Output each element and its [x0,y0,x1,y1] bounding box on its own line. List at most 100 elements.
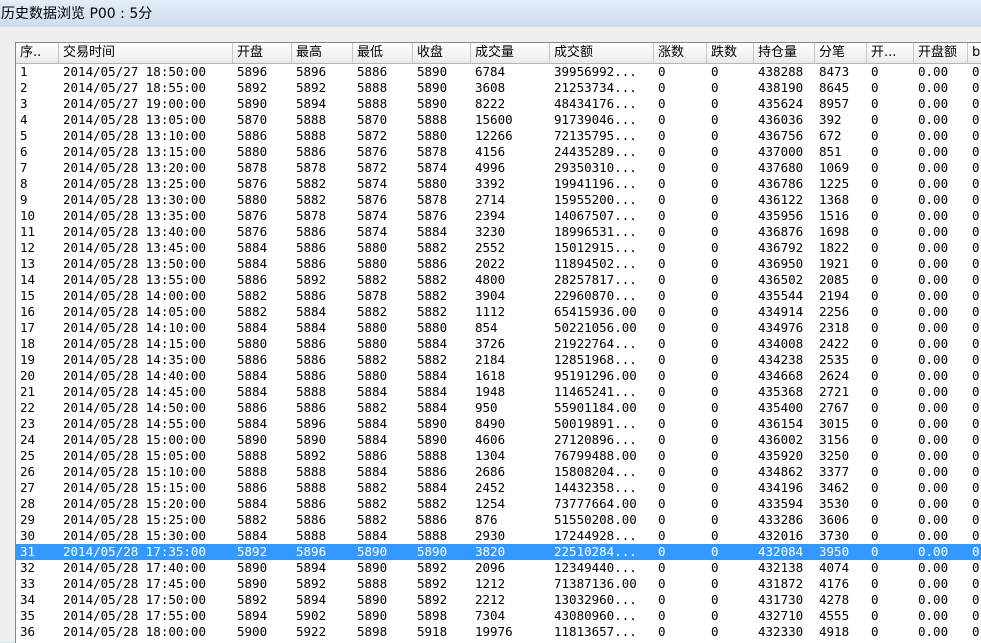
table-cell: 1516 [819,208,850,223]
table-row[interactable]: 5 2014/05/28 13:10:00 5886 5888 5872 5880 1226… [16,128,981,144]
table-cell: 0.00 [918,80,949,95]
column-header-14[interactable]: b [968,43,981,63]
table-row[interactable]: 18 2014/05/28 14:15:00 5880 5886 5880 5884 372… [16,336,981,352]
table-row[interactable]: 32 2014/05/28 17:40:00 5890 5894 5890 5892 209… [16,560,981,576]
table-row[interactable]: 35 2014/05/28 17:55:00 5894 5902 5890 5898 730… [16,608,981,624]
column-header-13[interactable]: 开盘额 [914,43,968,63]
table-cell: 0 [972,576,980,591]
table-cell: 2014/05/28 13:10:00 [63,128,206,143]
table-cell: 5876 [237,176,268,191]
history-data-table[interactable]: 序.. 交易时间 开盘 最高 最低 收盘 成交量 成交额 涨数 跌数 持仓量 分笔 开... 开盘额 b 1… [15,42,981,643]
table-cell: 8957 [819,96,850,111]
table-cell: 72135795... [554,128,637,143]
table-cell: 433286 [758,512,804,527]
table-cell: 5892 [417,576,448,591]
table-row[interactable]: 8 2014/05/28 13:25:00 5876 5882 5874 5880 3392… [16,176,981,192]
table-row[interactable]: 23 2014/05/28 14:55:00 5884 5896 5884 5890 849… [16,416,981,432]
table-cell: 23 [20,416,36,431]
table-row[interactable]: 36 2014/05/28 18:00:00 5900 5922 5898 5918 199… [16,624,981,640]
table-row[interactable]: 11 2014/05/28 13:40:00 5876 5886 5874 5884 323… [16,224,981,240]
table-row[interactable]: 27 2014/05/28 15:15:00 5886 5888 5882 5884 245… [16,480,981,496]
table-cell: 0 [972,112,980,127]
column-header-11[interactable]: 分笔 [815,43,867,63]
column-header-1[interactable]: 交易时间 [59,43,233,63]
table-row[interactable]: 29 2014/05/28 15:25:00 5882 5886 5882 5886 876… [16,512,981,528]
table-row[interactable]: 31 2014/05/28 17:35:00 5892 5896 5890 5890 382… [16,544,981,560]
table-cell: 5882 [357,480,388,495]
table-cell: 0 [871,192,879,207]
column-header-10[interactable]: 持仓量 [754,43,815,63]
table-row[interactable]: 19 2014/05/28 14:35:00 5886 5886 5882 5882 218… [16,352,981,368]
table-cell: 436756 [758,128,804,143]
table-row[interactable]: 20 2014/05/28 14:40:00 5884 5886 5880 5884 161… [16,368,981,384]
table-cell: 5882 [417,496,448,511]
table-row[interactable]: 25 2014/05/28 15:05:00 5888 5892 5886 5888 130… [16,448,981,464]
table-cell: 5884 [237,528,268,543]
column-header-3[interactable]: 最高 [292,43,353,63]
table-cell: 0.00 [918,208,949,223]
table-cell: 434914 [758,304,804,319]
table-row[interactable]: 21 2014/05/28 14:45:00 5884 5888 5884 5884 194… [16,384,981,400]
table-cell: 5888 [296,528,327,543]
table-cell: 0 [658,320,666,335]
table-row[interactable]: 30 2014/05/28 15:30:00 5884 5888 5884 5888 293… [16,528,981,544]
table-row[interactable]: 3 2014/05/27 19:00:00 5890 5894 5888 5890 8222… [16,96,981,112]
table-cell: 5884 [237,240,268,255]
table-cell: 0.00 [918,576,949,591]
table-cell: 5880 [357,320,388,335]
table-cell: 0 [711,624,719,639]
table-cell: 14067507... [554,208,637,223]
column-header-9[interactable]: 跌数 [707,43,754,63]
column-header-4[interactable]: 最低 [353,43,413,63]
table-row[interactable]: 1 2014/05/27 18:50:00 5896 5896 5886 5890 6784… [16,64,981,80]
table-row[interactable]: 9 2014/05/28 13:30:00 5880 5882 5876 5878 2714… [16,192,981,208]
table-cell: 22510284... [554,544,637,559]
table-cell: 2014/05/28 14:15:00 [63,336,206,351]
column-header-6[interactable]: 成交量 [471,43,550,63]
table-row[interactable]: 33 2014/05/28 17:45:00 5890 5892 5888 5892 121… [16,576,981,592]
column-header-8[interactable]: 涨数 [654,43,707,63]
table-row[interactable]: 6 2014/05/28 13:15:00 5880 5886 5876 5878 4156… [16,144,981,160]
table-row[interactable]: 10 2014/05/28 13:35:00 5876 5878 5874 5876 239… [16,208,981,224]
table-row[interactable]: 28 2014/05/28 15:20:00 5884 5886 5882 5882 125… [16,496,981,512]
column-header-12[interactable]: 开... [867,43,914,63]
table-row[interactable]: 15 2014/05/28 14:00:00 5882 5886 5878 5882 390… [16,288,981,304]
table-cell: 0 [871,224,879,239]
table-cell: 4918 [819,624,850,639]
table-cell: 5876 [357,144,388,159]
table-row[interactable]: 14 2014/05/28 13:55:00 5886 5892 5882 5882 480… [16,272,981,288]
table-row[interactable]: 24 2014/05/28 15:00:00 5890 5890 5884 5890 460… [16,432,981,448]
table-header: 序.. 交易时间 开盘 最高 最低 收盘 成交量 成交额 涨数 跌数 持仓量 分笔 开... 开盘额 b [16,43,981,64]
table-cell: 2014/05/27 19:00:00 [63,96,206,111]
table-cell: 0 [871,176,879,191]
table-row[interactable]: 12 2014/05/28 13:45:00 5884 5886 5880 5882 255… [16,240,981,256]
table-cell: 0.00 [918,288,949,303]
column-header-5[interactable]: 收盘 [413,43,471,63]
table-cell: 5884 [357,464,388,479]
table-row[interactable]: 26 2014/05/28 15:10:00 5888 5888 5884 5886 268… [16,464,981,480]
table-cell: 1822 [819,240,850,255]
table-row[interactable]: 34 2014/05/28 17:50:00 5892 5894 5890 5892 221… [16,592,981,608]
table-cell: 11 [20,224,36,239]
table-row[interactable]: 22 2014/05/28 14:50:00 5886 5886 5882 5884 950… [16,400,981,416]
column-header-7[interactable]: 成交额 [550,43,654,63]
column-header-2[interactable]: 开盘 [233,43,292,63]
table-row[interactable]: 7 2014/05/28 13:20:00 5878 5878 5872 5874 4996… [16,160,981,176]
table-row[interactable]: 17 2014/05/28 14:10:00 5884 5884 5880 5880 854… [16,320,981,336]
table-row[interactable]: 2 2014/05/27 18:55:00 5892 5892 5888 5890 3608… [16,80,981,96]
table-cell: 0 [658,544,666,559]
table-cell: 0 [711,400,719,415]
table-cell: 0 [711,112,719,127]
table-cell: 2256 [819,304,850,319]
table-cell: 2014/05/28 15:20:00 [63,496,206,511]
table-cell: 0 [711,464,719,479]
column-header-0[interactable]: 序.. [16,43,59,63]
table-cell: 5890 [417,64,448,79]
table-cell: 2014/05/28 14:05:00 [63,304,206,319]
table-cell: 5888 [357,576,388,591]
table-cell: 5876 [417,208,448,223]
table-cell: 5878 [357,288,388,303]
table-row[interactable]: 4 2014/05/28 13:05:00 5870 5888 5870 5888 1560… [16,112,981,128]
table-row[interactable]: 13 2014/05/28 13:50:00 5884 5886 5880 5886 202… [16,256,981,272]
table-row[interactable]: 16 2014/05/28 14:05:00 5882 5884 5882 5882 111… [16,304,981,320]
